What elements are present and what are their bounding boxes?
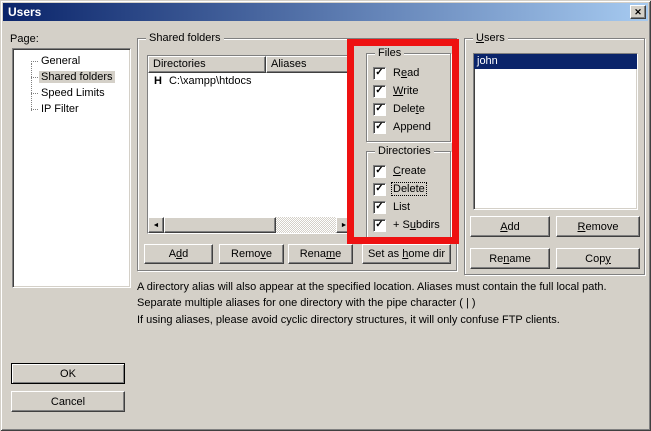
help-text-aliases: A directory alias will also appear at th…	[137, 279, 642, 311]
checkbox-create-label[interactable]: Create	[392, 165, 427, 177]
user-item-john[interactable]: john	[474, 54, 637, 69]
checkbox-list[interactable]: ✓	[373, 201, 386, 214]
scroll-left-icon: ◄	[153, 222, 160, 229]
checkbox-create[interactable]: ✓	[373, 165, 386, 178]
checkbox-write-label[interactable]: Write	[392, 85, 419, 97]
directories-permissions-group: Directories ✓ Create ✓ Delete ✓ List ✓ +…	[366, 151, 451, 239]
dirs-delete-row: ✓ Delete	[373, 180, 450, 198]
dirs-create-row: ✓ Create	[373, 162, 450, 180]
users-rename-button[interactable]: Rename	[470, 248, 550, 269]
check-icon: ✓	[375, 202, 383, 212]
window-titlebar: Users ✕	[3, 3, 648, 21]
home-marker: H	[154, 73, 162, 89]
checkbox-append-label[interactable]: Append	[392, 121, 432, 133]
set-home-dir-button[interactable]: Set as home dir	[362, 244, 451, 264]
files-read-row: ✓ Read	[373, 64, 450, 82]
checkbox-delete-dir[interactable]: ✓	[373, 183, 386, 196]
checkbox-delete-dir-label[interactable]: Delete	[392, 183, 426, 195]
directory-path: C:\xampp\htdocs	[169, 73, 252, 89]
dirs-subdirs-row: ✓ + Subdirs	[373, 216, 450, 234]
scrollbar-track[interactable]	[164, 217, 336, 233]
check-icon: ✓	[375, 86, 383, 96]
scrollbar-thumb[interactable]	[164, 217, 276, 233]
scroll-right-button[interactable]: ►	[336, 217, 352, 233]
checkbox-write[interactable]: ✓	[373, 85, 386, 98]
close-button[interactable]: ✕	[630, 5, 646, 19]
column-header-directories[interactable]: Directories	[148, 56, 266, 73]
directory-list-body: H C:\xampp\htdocs	[148, 73, 352, 217]
checkbox-delete-file-label[interactable]: Delete	[392, 103, 426, 115]
checkbox-read-label[interactable]: Read	[392, 67, 420, 79]
users-copy-button[interactable]: Copy	[556, 248, 640, 269]
tree-item-general[interactable]: General	[13, 53, 130, 69]
remove-directory-button[interactable]: Remove	[219, 244, 284, 264]
scroll-right-icon: ►	[341, 222, 348, 229]
users-add-button[interactable]: Add	[470, 216, 550, 237]
page-label: Page:	[10, 33, 39, 45]
close-icon: ✕	[634, 8, 642, 17]
users-list: john	[473, 53, 638, 210]
checkbox-delete-file[interactable]: ✓	[373, 103, 386, 116]
scroll-left-button[interactable]: ◄	[148, 217, 164, 233]
checkbox-subdirs[interactable]: ✓	[373, 219, 386, 232]
h-scrollbar: ◄ ►	[148, 217, 352, 233]
column-header-aliases[interactable]: Aliases	[266, 56, 352, 73]
check-icon: ✓	[375, 166, 383, 176]
shared-folders-group: Shared folders Directories Aliases H C:\…	[137, 38, 457, 271]
users-group: Users john Add Remove Rename Copy	[464, 38, 645, 275]
files-delete-row: ✓ Delete	[373, 100, 450, 118]
window-title: Users	[8, 5, 41, 19]
check-icon: ✓	[375, 104, 383, 114]
files-permissions-group: Files ✓ Read ✓ Write ✓ Delete ✓ Append	[366, 53, 451, 142]
directory-list: Directories Aliases H C:\xampp\htdocs ◄ …	[147, 55, 353, 234]
tree-item-shared-folders[interactable]: Shared folders	[13, 69, 130, 85]
checkbox-list-label[interactable]: List	[392, 201, 411, 213]
rename-directory-button[interactable]: Rename	[288, 244, 353, 264]
page-tree: General Shared folders Speed Limits IP F…	[12, 48, 131, 288]
directory-row[interactable]: H C:\xampp\htdocs	[148, 73, 352, 89]
add-directory-button[interactable]: Add	[144, 244, 213, 264]
directory-list-header: Directories Aliases	[148, 56, 352, 73]
ok-button[interactable]: OK	[11, 363, 125, 384]
tree-item-speed-limits[interactable]: Speed Limits	[13, 85, 130, 101]
users-legend: Users	[473, 32, 508, 45]
help-text-cyclic: If using aliases, please avoid cyclic di…	[137, 312, 642, 328]
check-icon: ✓	[375, 184, 383, 194]
check-icon: ✓	[375, 220, 383, 230]
users-dialog: Users ✕ Page: General Shared folders Spe…	[0, 0, 651, 431]
checkbox-read[interactable]: ✓	[373, 67, 386, 80]
checkbox-append[interactable]: ✓	[373, 121, 386, 134]
directories-legend: Directories	[375, 145, 434, 158]
dirs-list-row: ✓ List	[373, 198, 450, 216]
files-write-row: ✓ Write	[373, 82, 450, 100]
files-append-row: ✓ Append	[373, 118, 450, 136]
shared-folders-legend: Shared folders	[146, 32, 224, 45]
checkbox-subdirs-label[interactable]: + Subdirs	[392, 219, 441, 231]
users-remove-button[interactable]: Remove	[556, 216, 640, 237]
tree-item-ip-filter[interactable]: IP Filter	[13, 101, 130, 117]
cancel-button[interactable]: Cancel	[11, 391, 125, 412]
files-legend: Files	[375, 47, 404, 60]
check-icon: ✓	[375, 122, 383, 132]
check-icon: ✓	[375, 68, 383, 78]
